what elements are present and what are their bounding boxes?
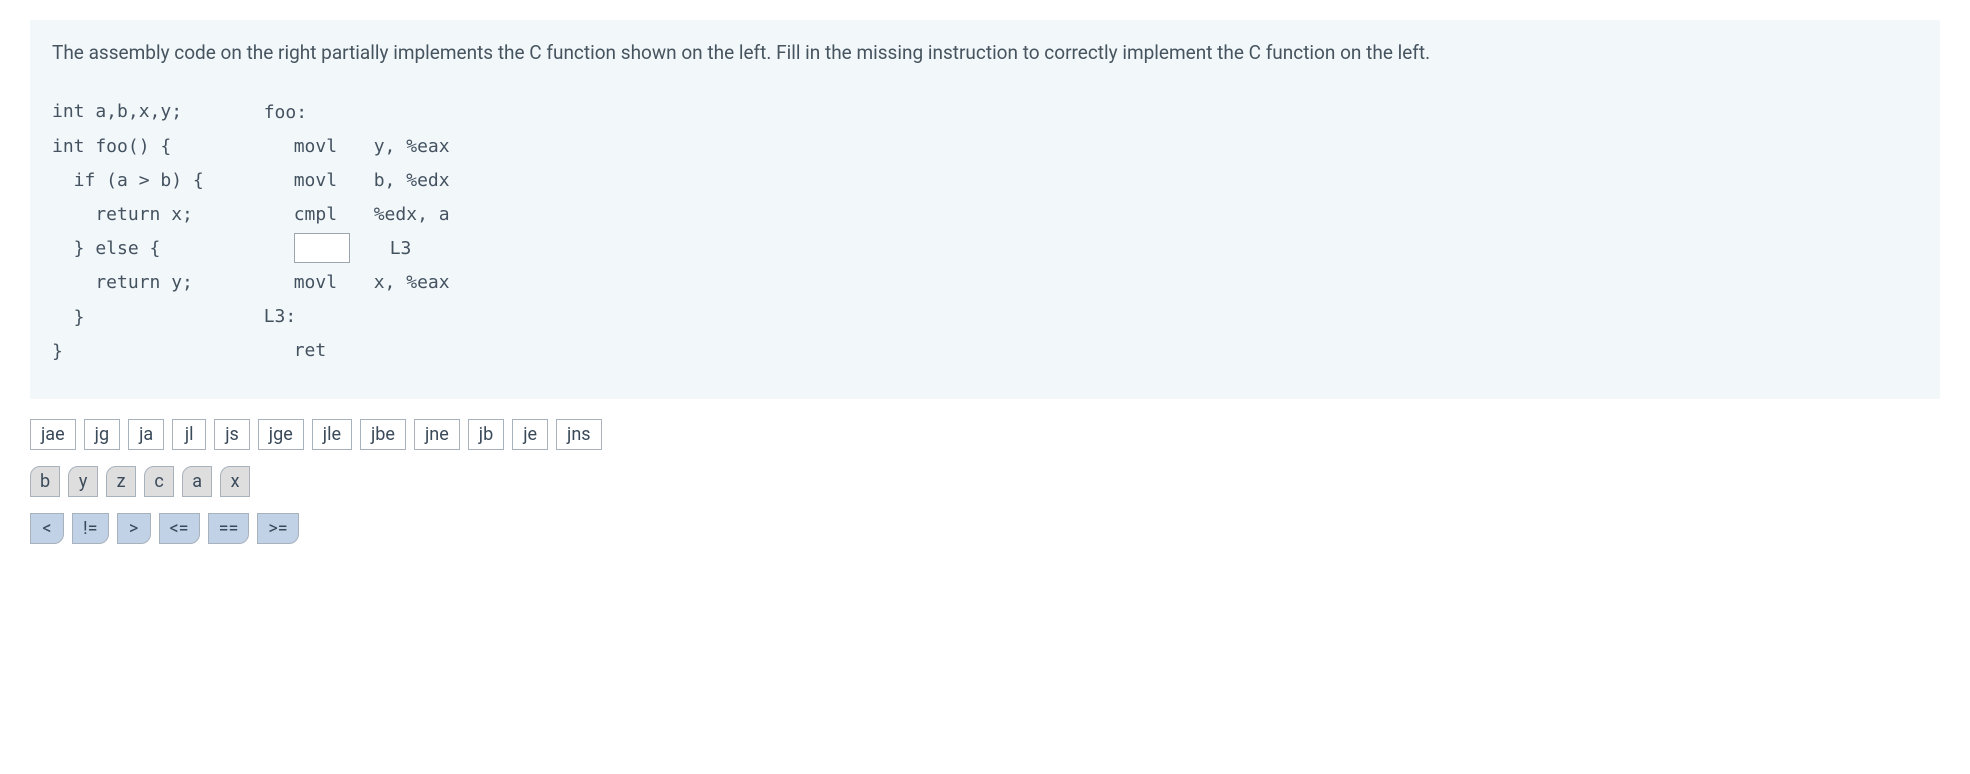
tile-jump[interactable]: jne	[414, 419, 460, 450]
asm-args: b, %edx	[374, 170, 450, 191]
tile-op[interactable]: ==	[208, 513, 250, 544]
asm-line: ret	[264, 333, 450, 367]
asm-line: movl y, %eax	[264, 129, 450, 163]
tile-op[interactable]: <=	[159, 513, 200, 544]
tile-op[interactable]: <	[30, 513, 64, 544]
asm-args: y, %eax	[374, 136, 450, 157]
tile-op[interactable]: >	[117, 513, 151, 544]
asm-args: L3	[390, 238, 412, 259]
tile-jump[interactable]: jl	[172, 419, 206, 450]
asm-args: %edx, a	[374, 204, 450, 225]
question-panel: The assembly code on the right partially…	[30, 20, 1940, 399]
tile-jump[interactable]: jbe	[360, 419, 406, 450]
asm-line: cmpl %edx, a	[264, 197, 450, 231]
code-row: int a,b,x,y; int foo() { if (a > b) { re…	[52, 95, 1918, 369]
tile-row-ops: < != > <= == >=	[30, 513, 1940, 544]
tile-var[interactable]: x	[220, 466, 250, 497]
c-code-block: int a,b,x,y; int foo() { if (a > b) { re…	[52, 95, 204, 369]
asm-op: ret	[264, 340, 374, 361]
asm-line: movl b, %edx	[264, 163, 450, 197]
tile-jump[interactable]: js	[214, 419, 250, 450]
asm-op: cmpl	[264, 204, 374, 225]
tile-var[interactable]: a	[182, 466, 212, 497]
tile-var[interactable]: y	[68, 466, 98, 497]
tile-jump[interactable]: jg	[84, 419, 120, 450]
asm-line: movl x, %eax	[264, 265, 450, 299]
asm-args: x, %eax	[374, 272, 450, 293]
tile-jump[interactable]: jge	[258, 419, 304, 450]
tile-jump[interactable]: ja	[128, 419, 164, 450]
instruction-text: The assembly code on the right partially…	[52, 38, 1918, 67]
asm-op: movl	[264, 272, 374, 293]
asm-op: movl	[264, 136, 374, 157]
tile-jump[interactable]: je	[512, 419, 548, 450]
tile-op[interactable]: !=	[72, 513, 109, 544]
asm-line: L3:	[264, 299, 450, 333]
asm-op: movl	[264, 170, 374, 191]
tile-row-jumps: jae jg ja jl js jge jle jbe jne jb je jn…	[30, 419, 1940, 450]
asm-code-block: foo: movl y, %eax movl b, %edx cmpl %edx…	[264, 95, 450, 367]
tile-jump[interactable]: jae	[30, 419, 76, 450]
tile-var[interactable]: b	[30, 466, 60, 497]
tile-var[interactable]: z	[106, 466, 136, 497]
tile-row-vars: b y z c a x	[30, 466, 1940, 497]
blank-input[interactable]	[294, 233, 350, 263]
tile-jump[interactable]: jns	[556, 419, 602, 450]
tile-jump[interactable]: jle	[312, 419, 352, 450]
asm-line-blank: L3	[264, 231, 450, 265]
asm-label: L3:	[264, 306, 374, 327]
tile-op[interactable]: >=	[257, 513, 298, 544]
asm-line: foo:	[264, 95, 450, 129]
tile-jump[interactable]: jb	[468, 419, 504, 450]
tile-var[interactable]: c	[144, 466, 174, 497]
asm-label: foo:	[264, 102, 374, 123]
